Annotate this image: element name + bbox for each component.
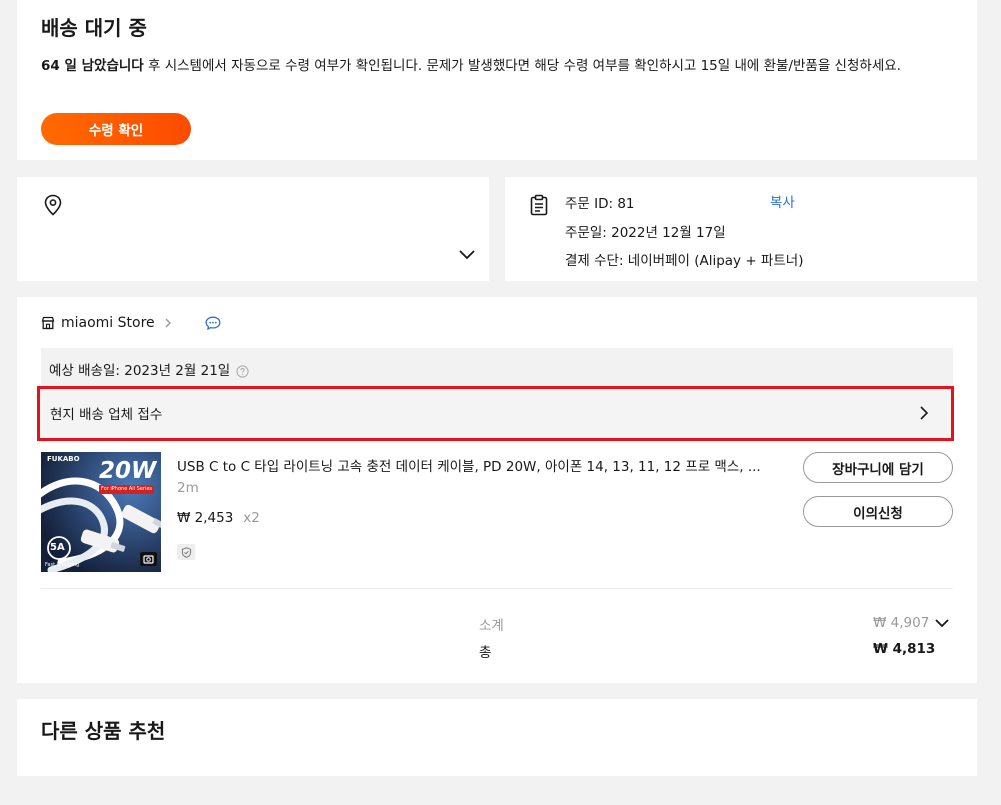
status-title: 배송 대기 중: [41, 16, 147, 40]
estimated-delivery: 예상 배송일: 2023년 2월 21일: [49, 359, 249, 379]
chevron-right-icon[interactable]: [163, 317, 173, 329]
divider: [41, 588, 953, 589]
days-left: 64 일 남았습니다: [41, 58, 144, 74]
buyer-protection-badge: [177, 544, 195, 560]
total-label: 총: [479, 645, 492, 661]
expand-address-chevron-icon[interactable]: [457, 247, 477, 263]
order-id: 주문 ID: 81: [565, 196, 635, 212]
store-header: miaomi Store: [41, 313, 221, 333]
product-image[interactable]: FUKABO 20W For iPhone All Series 5A Fast…: [41, 452, 161, 572]
status-message-text: 후 시스템에서 자동으로 수령 여부가 확인됩니다. 문제가 발생했다면 해당 …: [143, 58, 901, 74]
question-help-icon[interactable]: [236, 364, 249, 378]
chat-icon[interactable]: [205, 316, 221, 330]
recommendations-title: 다른 상품 추천: [41, 719, 166, 743]
product-title-link[interactable]: USB C to C 타입 라이트닝 고속 충전 데이터 케이블, PD 20W…: [177, 455, 777, 475]
total-value: ₩ 4,813: [873, 641, 936, 657]
store-order-card: miaomi Store 예상 배송일: 2023년 2월 21일 현지 배송 …: [17, 297, 977, 683]
estimated-delivery-bar: 예상 배송일: 2023년 2월 21일: [41, 348, 953, 386]
add-to-cart-button[interactable]: 장바구니에 담기: [803, 452, 953, 483]
chevron-right-icon: [920, 406, 929, 420]
product-variant: 2m: [177, 480, 199, 496]
product-image-amp: 5A: [50, 542, 65, 553]
location-pin-icon: [44, 194, 62, 216]
address-card: [17, 177, 489, 281]
product-image-sub: Fast Charging: [45, 562, 80, 568]
dispute-button[interactable]: 이의신청: [803, 496, 953, 527]
status-message: 64 일 남았습니다 후 시스템에서 자동으로 수령 여부가 확인됩니다. 문제…: [41, 56, 953, 77]
product-quantity: x2: [243, 510, 260, 526]
estimated-delivery-text: 예상 배송일: 2023년 2월 21일: [49, 363, 231, 379]
store-name-link[interactable]: miaomi Store: [61, 315, 155, 331]
status-card: 배송 대기 중 64 일 남았습니다 후 시스템에서 자동으로 수령 여부가 확…: [17, 0, 977, 160]
shield-check-icon: [181, 546, 191, 558]
subtotal-value: ₩ 4,907: [873, 615, 930, 631]
product-image-brand: FUKABO: [47, 455, 80, 463]
subtotal-label: 소계: [479, 618, 504, 634]
store-icon: [41, 316, 55, 330]
product-price-line: ₩ 2,453 x2: [177, 510, 260, 526]
expand-summary-chevron-icon[interactable]: [934, 617, 950, 629]
order-date: 주문일: 2022년 12월 17일: [565, 225, 726, 241]
tracking-status-text: 현지 배송 업체 접수: [50, 407, 163, 423]
tracking-status-row[interactable]: 현지 배송 업체 접수: [37, 386, 954, 441]
confirm-receipt-button[interactable]: 수령 확인: [41, 113, 191, 145]
product-image-badge: 20W: [99, 458, 157, 484]
product-image-caption: For iPhone All Series: [99, 485, 155, 494]
copy-order-id-button[interactable]: 복사: [770, 191, 795, 211]
recommendations-card: 다른 상품 추천: [17, 699, 977, 776]
clipboard-icon: [530, 194, 548, 216]
product-price: ₩ 2,453: [177, 510, 234, 526]
payment-method: 결제 수단: 네이버페이 (Alipay + 파트너): [565, 253, 804, 269]
order-info-card: 주문 ID: 81 복사 주문일: 2022년 12월 17일 결제 수단: 네…: [505, 177, 977, 281]
